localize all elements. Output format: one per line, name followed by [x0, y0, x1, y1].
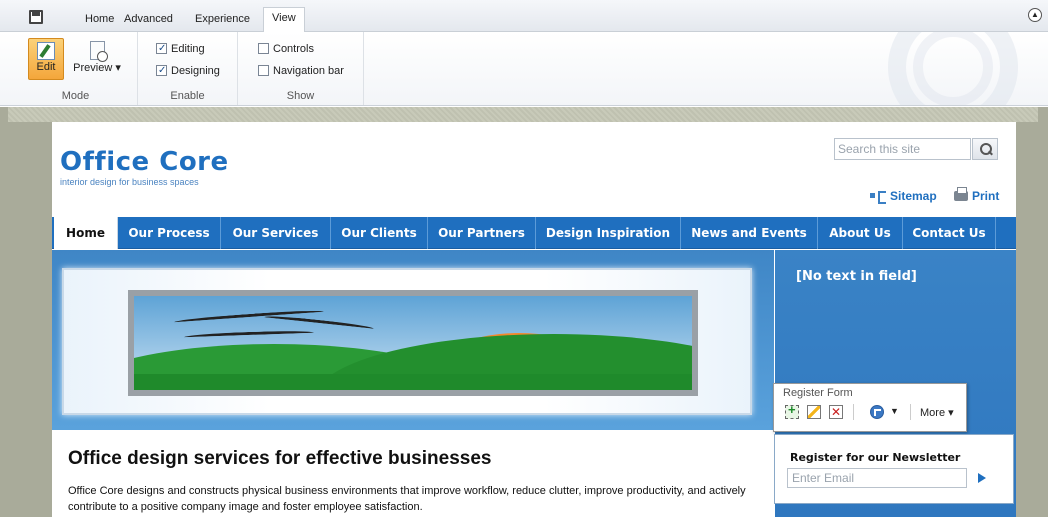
designing-label: Designing [171, 65, 220, 77]
checkbox-checked-icon [156, 63, 167, 79]
preview-icon [89, 41, 108, 62]
navigation-bar-label: Navigation bar [273, 65, 344, 77]
nav-item-our-partners[interactable]: Our Partners [428, 217, 536, 249]
banner-frame [62, 268, 752, 415]
nav-item-our-clients[interactable]: Our Clients [331, 217, 428, 249]
editing-label: Editing [171, 43, 205, 55]
play-arrow-icon[interactable] [978, 473, 986, 483]
save-icon[interactable] [29, 10, 43, 24]
checkbox-unchecked-icon [258, 43, 269, 54]
ribbon-panel: Edit Preview ▾ Mode Editing Designing En… [0, 32, 1048, 106]
editing-checkbox[interactable]: Editing [156, 41, 205, 59]
navigate-icon[interactable] [870, 405, 884, 419]
edit-pencil-icon[interactable] [807, 405, 821, 419]
bird-shape [263, 314, 375, 332]
more-button[interactable]: More ▾ [920, 406, 954, 419]
group-label-enable: Enable [170, 90, 205, 102]
group-label-show: Show [286, 90, 315, 102]
navigation-bar-checkbox[interactable]: Navigation bar [258, 63, 344, 81]
nav-item-contact-us[interactable]: Contact Us [903, 217, 996, 249]
chevron-down-icon[interactable]: ▼ [890, 406, 899, 416]
search-icon[interactable] [972, 138, 998, 160]
ribbon-group-enable: Editing Designing Enable [138, 32, 238, 105]
controls-checkbox[interactable]: Controls [258, 41, 314, 59]
group-label-mode: Mode [61, 90, 90, 102]
edit-label: Edit [36, 61, 56, 73]
tab-experience[interactable]: Experience [187, 9, 258, 32]
ribbon-group-show: Controls Navigation bar Show [238, 32, 364, 105]
controls-label: Controls [273, 43, 314, 55]
tab-view[interactable]: View [263, 7, 305, 33]
nav-item-about-us[interactable]: About Us [818, 217, 903, 249]
bird-shape [183, 329, 315, 341]
nav-item-our-services[interactable]: Our Services [221, 217, 331, 249]
toolbar-title: Register Form [783, 387, 853, 399]
toolbar-separator [910, 404, 911, 420]
register-form-toolbar: Register Form ✕ ▼ More ▾ [773, 383, 967, 432]
main-navigation: Home Our Process Our Services Our Client… [52, 217, 1016, 249]
preview-button[interactable]: Preview ▾ [70, 38, 124, 80]
edit-icon [37, 42, 55, 60]
edit-button[interactable]: Edit [28, 38, 64, 80]
email-field[interactable]: Enter Email [787, 468, 967, 488]
ribbon-group-mode: Edit Preview ▾ Mode [14, 32, 138, 105]
nav-item-our-process[interactable]: Our Process [118, 217, 221, 249]
hero-banner [52, 250, 774, 430]
intro-paragraph: Office Core designs and constructs physi… [68, 485, 746, 513]
printer-icon [954, 187, 968, 201]
print-label: Print [972, 189, 1000, 203]
nav-item-news-and-events[interactable]: News and Events [681, 217, 818, 249]
toolbar-separator [853, 404, 854, 420]
insert-icon[interactable] [785, 402, 799, 419]
newsletter-box: Register for our Newsletter Enter Email [774, 434, 1014, 504]
page-title: Office design services for effective bus… [68, 448, 492, 469]
site-logo[interactable]: Office Core [60, 147, 229, 177]
nav-item-home[interactable]: Home [54, 217, 118, 249]
search-input[interactable]: Search this site [834, 138, 971, 160]
checkbox-unchecked-icon [258, 65, 269, 76]
canvas-strip [8, 107, 1038, 122]
print-link[interactable]: Print [954, 187, 1000, 203]
side-panel-placeholder[interactable]: [No text in field] [796, 269, 917, 284]
preview-label: Preview ▾ [73, 62, 121, 74]
ribbon-tab-bar: Home Advanced Experience View ▲ [0, 0, 1048, 33]
newsletter-title: Register for our Newsletter [790, 451, 961, 464]
ribbon-decoration [913, 32, 993, 105]
website-page: Office Core interior design for business… [52, 122, 1016, 517]
chevron-up-icon[interactable]: ▲ [1028, 8, 1042, 22]
landscape-illustration [128, 290, 698, 396]
site-tagline: interior design for business spaces [60, 177, 199, 187]
sitemap-link[interactable]: Sitemap [870, 189, 937, 204]
delete-icon[interactable]: ✕ [829, 405, 843, 419]
sitemap-label: Sitemap [890, 189, 937, 203]
ground-shape [134, 374, 692, 390]
nav-item-design-inspiration[interactable]: Design Inspiration [536, 217, 681, 249]
checkbox-checked-icon [156, 41, 167, 57]
tab-advanced[interactable]: Advanced [116, 9, 181, 32]
sitemap-icon [870, 191, 886, 204]
designing-checkbox[interactable]: Designing [156, 63, 220, 81]
